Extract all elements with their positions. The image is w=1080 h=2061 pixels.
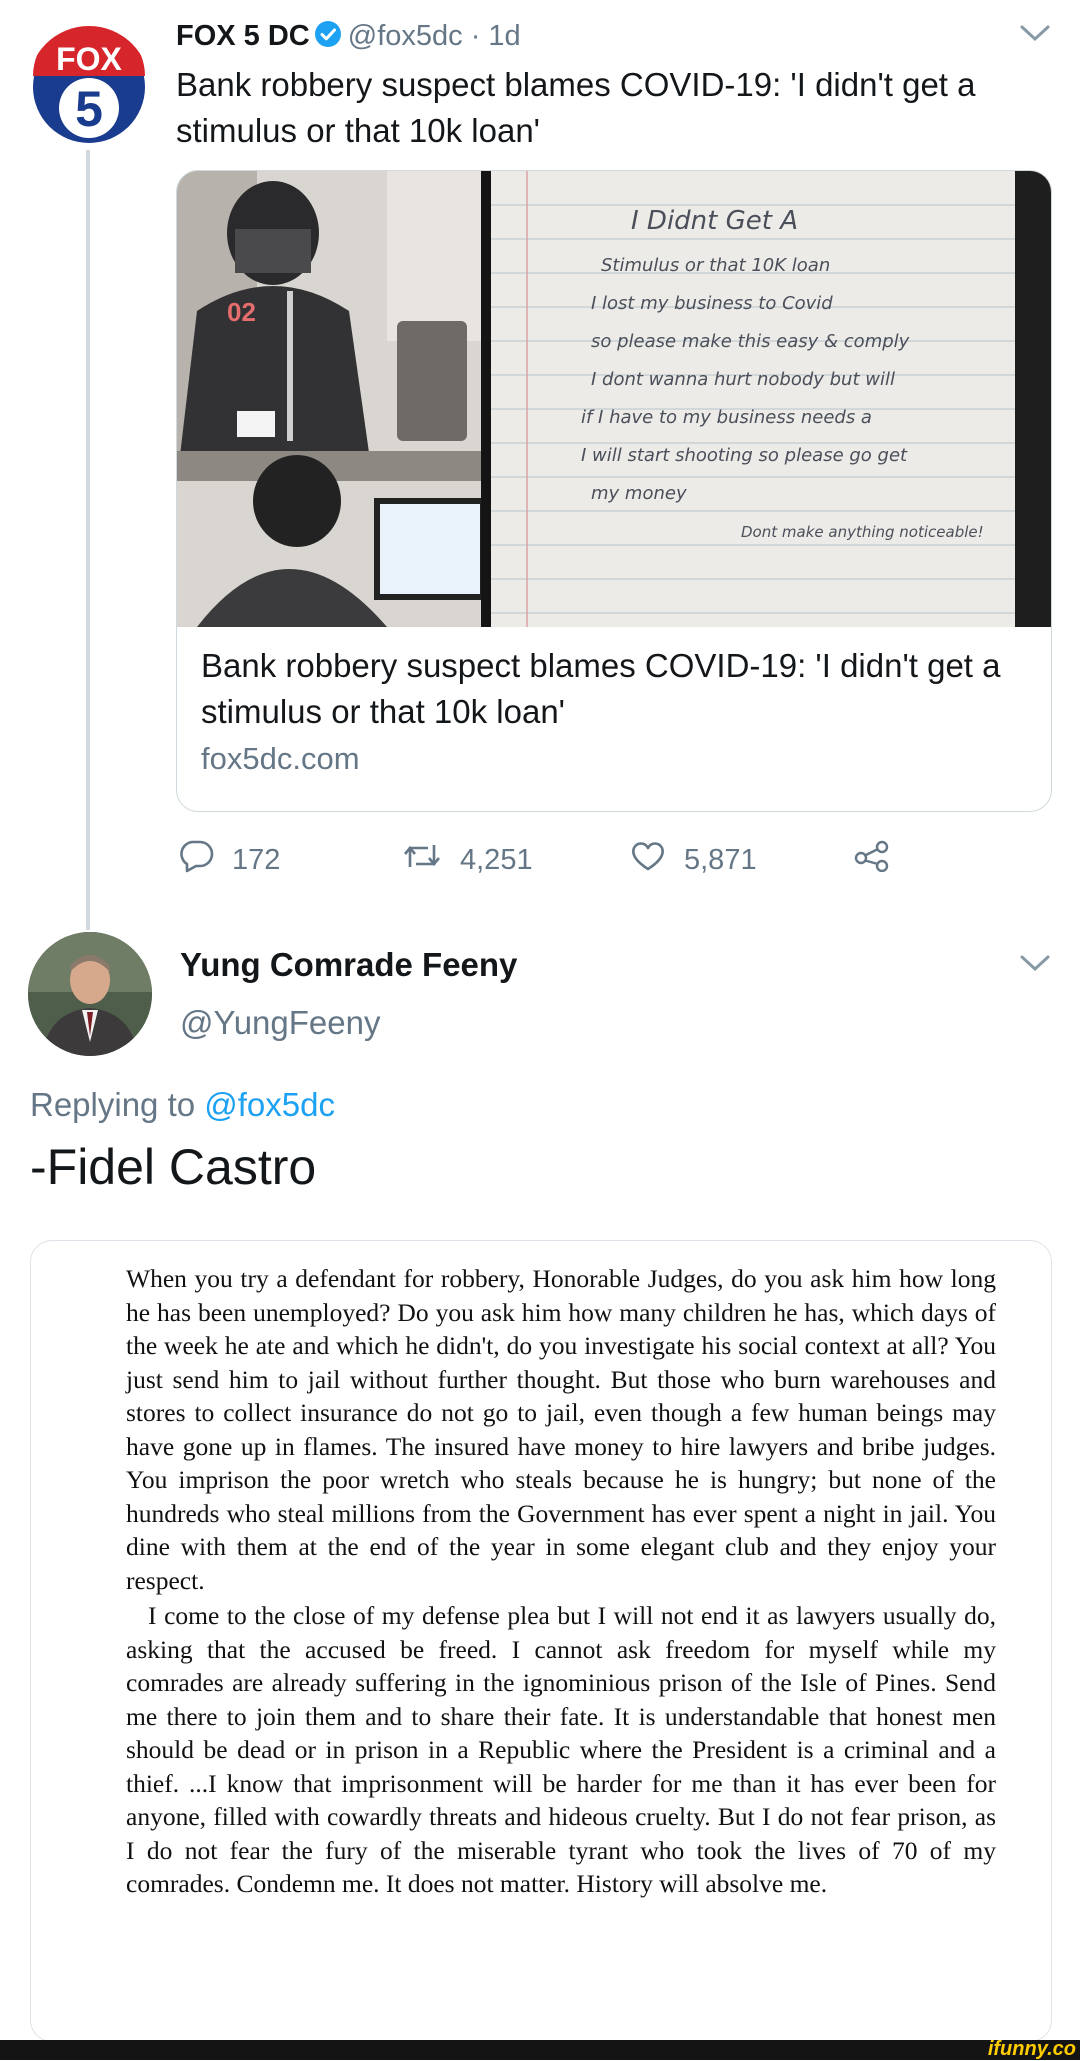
heart-icon[interactable] (630, 840, 666, 880)
share-action[interactable] (854, 838, 890, 882)
retweet-icon[interactable] (402, 841, 442, 879)
meta-separator: · (462, 20, 489, 52)
author-handle[interactable]: @fox5dc (348, 20, 463, 52)
note-line: I Didnt Get A (631, 206, 798, 236)
like-action[interactable]: 5,871 (630, 838, 757, 882)
tweet-author[interactable]: FOX 5 DC @fox5dc · 1d (176, 20, 521, 56)
user-avatar[interactable] (28, 932, 152, 1056)
reply-action[interactable]: 172 (178, 838, 280, 882)
author-name[interactable]: FOX 5 DC (176, 20, 310, 52)
quote-paragraph: I come to the close of my defense plea b… (126, 1601, 996, 1898)
link-card[interactable]: 02 I Didnt Get A Stimulus or that 10K lo… (176, 170, 1052, 812)
quote-text-image: When you try a defendant for robbery, Ho… (126, 1262, 996, 1901)
thread-connector-line (86, 150, 90, 930)
note-line: my money (591, 483, 687, 504)
note-line: I lost my business to Covid (591, 293, 833, 314)
reply-count: 172 (232, 843, 281, 876)
fox5-avatar[interactable]: FOX 5 (28, 26, 150, 148)
svg-text:5: 5 (75, 81, 103, 137)
chevron-down-icon[interactable] (1018, 952, 1052, 979)
svg-text:02: 02 (227, 297, 256, 327)
chevron-down-icon[interactable] (1018, 22, 1052, 49)
tweet-text: Bank robbery suspect blames COVID-19: 'I… (176, 66, 976, 149)
card-title[interactable]: Bank robbery suspect blames COVID-19: 'I… (201, 643, 1021, 735)
replying-to: Replying to @fox5dc (30, 1086, 335, 1124)
handwritten-note-photo: I Didnt Get A Stimulus or that 10K loan … (491, 171, 1051, 627)
like-count: 5,871 (684, 843, 757, 876)
quote-paragraph: When you try a defendant for robbery, Ho… (126, 1264, 996, 1595)
replying-prefix: Replying to (30, 1086, 205, 1123)
note-line: so please make this easy & comply (591, 331, 910, 352)
retweet-count: 4,251 (460, 843, 533, 876)
replying-to-link[interactable]: @fox5dc (204, 1086, 335, 1123)
watermark: ifunny.co (987, 2038, 1076, 2060)
reply-icon[interactable] (178, 839, 214, 881)
tweet-time[interactable]: 1d (488, 20, 520, 52)
note-line: if I have to my business needs a (581, 407, 872, 428)
note-line: Stimulus or that 10K loan (601, 255, 830, 276)
retweet-action[interactable]: 4,251 (402, 838, 533, 882)
note-line: I dont wanna hurt nobody but will (591, 369, 895, 390)
reply-text: -Fidel Castro (30, 1139, 317, 1195)
share-icon[interactable] (854, 840, 890, 880)
photo-edge (1015, 171, 1051, 627)
card-domain[interactable]: fox5dc.com (201, 741, 360, 777)
surveillance-photo: 02 (177, 171, 491, 627)
watermark-bar (0, 2040, 1080, 2060)
note-line: I will start shooting so please go get (581, 445, 908, 466)
svg-text:FOX: FOX (56, 41, 122, 77)
verified-badge-icon (314, 20, 342, 56)
reply-author-handle[interactable]: @YungFeeny (180, 1004, 380, 1042)
note-line: Dont make anything noticeable! (741, 523, 984, 541)
reply-author-name[interactable]: Yung Comrade Feeny (180, 946, 517, 984)
